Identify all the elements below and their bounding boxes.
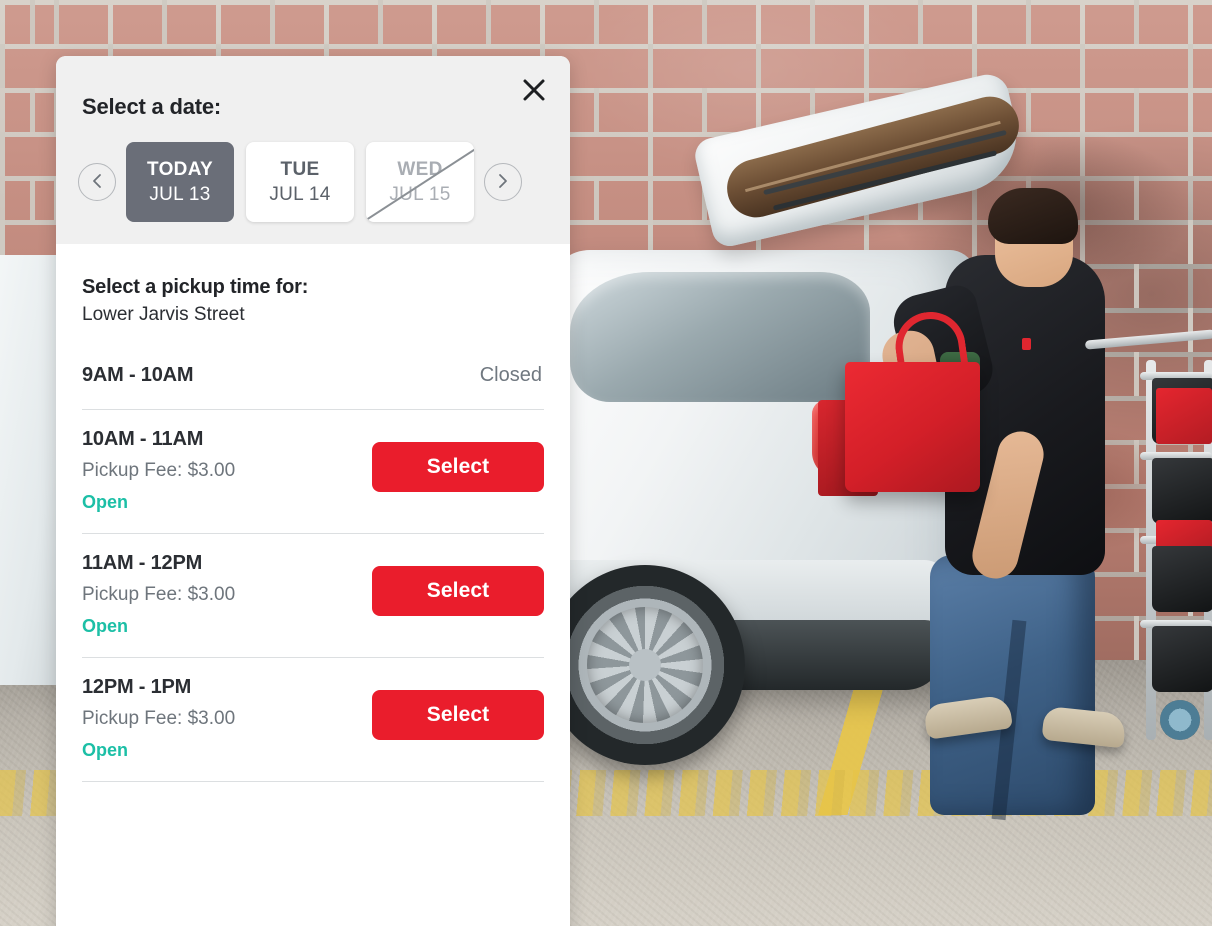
date-card-date: JUL 15: [389, 183, 451, 205]
cart-bin-red: [1156, 388, 1212, 444]
date-card-tue[interactable]: TUE JUL 14: [246, 142, 354, 222]
date-card-list: TODAY JUL 13 TUE JUL 14 WED JUL 15: [126, 142, 474, 222]
time-slot-row: 11AM - 12PM Pickup Fee: $3.00 Open Selec…: [82, 534, 544, 658]
slot-status-badge: Open: [82, 616, 129, 636]
date-card-weekday: TODAY: [147, 158, 213, 180]
modal-header: Select a date: TODAY JUL 13 TUE JUL 14 W…: [56, 56, 570, 244]
unavailable-strikethrough: [366, 143, 474, 222]
date-card-today[interactable]: TODAY JUL 13: [126, 142, 234, 222]
pickup-location: Lower Jarvis Street: [82, 304, 245, 325]
date-card-weekday: WED: [397, 158, 443, 180]
chevron-right-icon: [496, 173, 510, 192]
close-button[interactable]: [516, 72, 552, 108]
date-card-date: JUL 14: [269, 183, 331, 205]
modal-title: Select a date:: [82, 94, 222, 119]
date-picker: TODAY JUL 13 TUE JUL 14 WED JUL 15: [78, 142, 570, 222]
cart-bin: [1152, 458, 1212, 524]
prev-dates-button[interactable]: [78, 163, 116, 201]
date-card-wed: WED JUL 15: [366, 142, 474, 222]
slot-time-label: 9AM - 10AM: [82, 364, 194, 386]
chevron-left-icon: [90, 173, 104, 192]
shirt-logo: [1022, 338, 1031, 350]
time-slot-row: 12PM - 1PM Pickup Fee: $3.00 Open Select: [82, 658, 544, 782]
pickup-time-modal: Select a date: TODAY JUL 13 TUE JUL 14 W…: [56, 56, 570, 926]
slot-status-badge: Open: [82, 492, 129, 512]
slot-closed-label: Closed: [479, 364, 542, 386]
cart-bin: [1152, 546, 1212, 612]
modal-body: Select a pickup time for: Lower Jarvis S…: [56, 276, 570, 782]
date-card-date: JUL 13: [149, 183, 211, 205]
select-slot-button[interactable]: Select: [372, 566, 544, 616]
time-slot-row: 9AM - 10AM Closed: [82, 326, 544, 410]
select-slot-button[interactable]: Select: [372, 442, 544, 492]
slot-status-badge: Open: [82, 740, 129, 760]
time-slot-row: 10AM - 11AM Pickup Fee: $3.00 Open Selec…: [82, 410, 544, 534]
grocery-bag: [845, 362, 980, 492]
close-icon: [521, 77, 547, 103]
car-wheel: [545, 565, 745, 765]
cart-caster-wheel: [1160, 700, 1200, 740]
next-dates-button[interactable]: [484, 163, 522, 201]
cart-bin: [1152, 626, 1212, 692]
screen: Select a date: TODAY JUL 13 TUE JUL 14 W…: [0, 0, 1212, 926]
pickup-heading: Select a pickup time for:: [82, 276, 309, 298]
car-rear-window: [570, 272, 870, 402]
select-slot-button[interactable]: Select: [372, 690, 544, 740]
date-card-weekday: TUE: [280, 158, 320, 180]
person-hair: [988, 188, 1078, 244]
